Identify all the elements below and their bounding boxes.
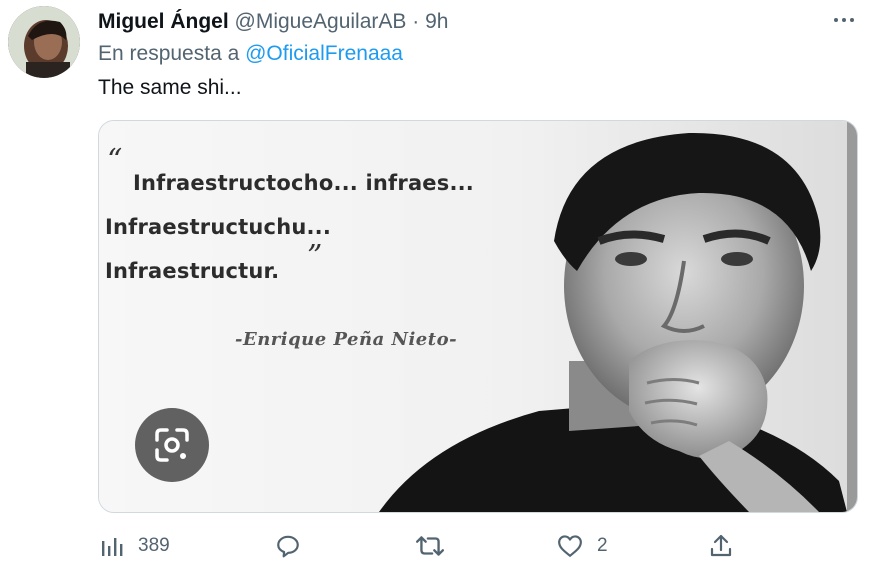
author-name[interactable]: Miguel Ángel [98,10,229,33]
meme-quote: Infraestructocho... infraes... Infraestr… [105,161,474,293]
reply-mention-link[interactable]: @OficialFrenaaa [245,42,403,65]
retweet-button[interactable] [415,528,445,564]
like-button[interactable]: 2 [557,528,608,564]
analytics-icon [102,538,123,556]
tweet-action-bar: 389 2 [98,528,858,564]
close-quote-mark: ” [307,239,323,274]
share-button[interactable] [709,528,733,564]
avatar[interactable] [8,6,80,78]
quote-line-1: Infraestructocho... infraes... [133,171,474,195]
tweet-time[interactable]: 9h [425,10,448,33]
reply-context: En respuesta a @OficialFrenaaa [98,41,403,67]
quote-line-2: Infraestructuchu... [105,215,332,239]
tweet-text: The same shi... [98,76,242,99]
quote-signature: -Enrique Peña Nieto- [235,329,458,350]
like-icon [558,535,582,557]
tweet-header: Miguel Ángel @MigueAguilarAB · 9h [98,9,448,35]
reply-prefix: En respuesta a [98,42,240,65]
tweet-media-image[interactable]: “ Infraestructocho... infraes... Infraes… [98,120,858,513]
likes-count: 2 [597,535,608,556]
more-options-icon[interactable] [826,6,862,34]
quote-line-3: Infraestructur. [105,259,280,283]
views-count: 389 [138,535,170,556]
google-lens-icon[interactable] [135,408,209,482]
author-handle[interactable]: @MigueAguilarAB [235,10,407,33]
share-icon [710,534,732,557]
reply-icon [277,535,299,558]
views-button[interactable]: 389 [100,528,170,564]
retweet-icon [415,536,445,556]
reply-button[interactable] [275,528,301,564]
separator-dot: · [412,10,420,33]
